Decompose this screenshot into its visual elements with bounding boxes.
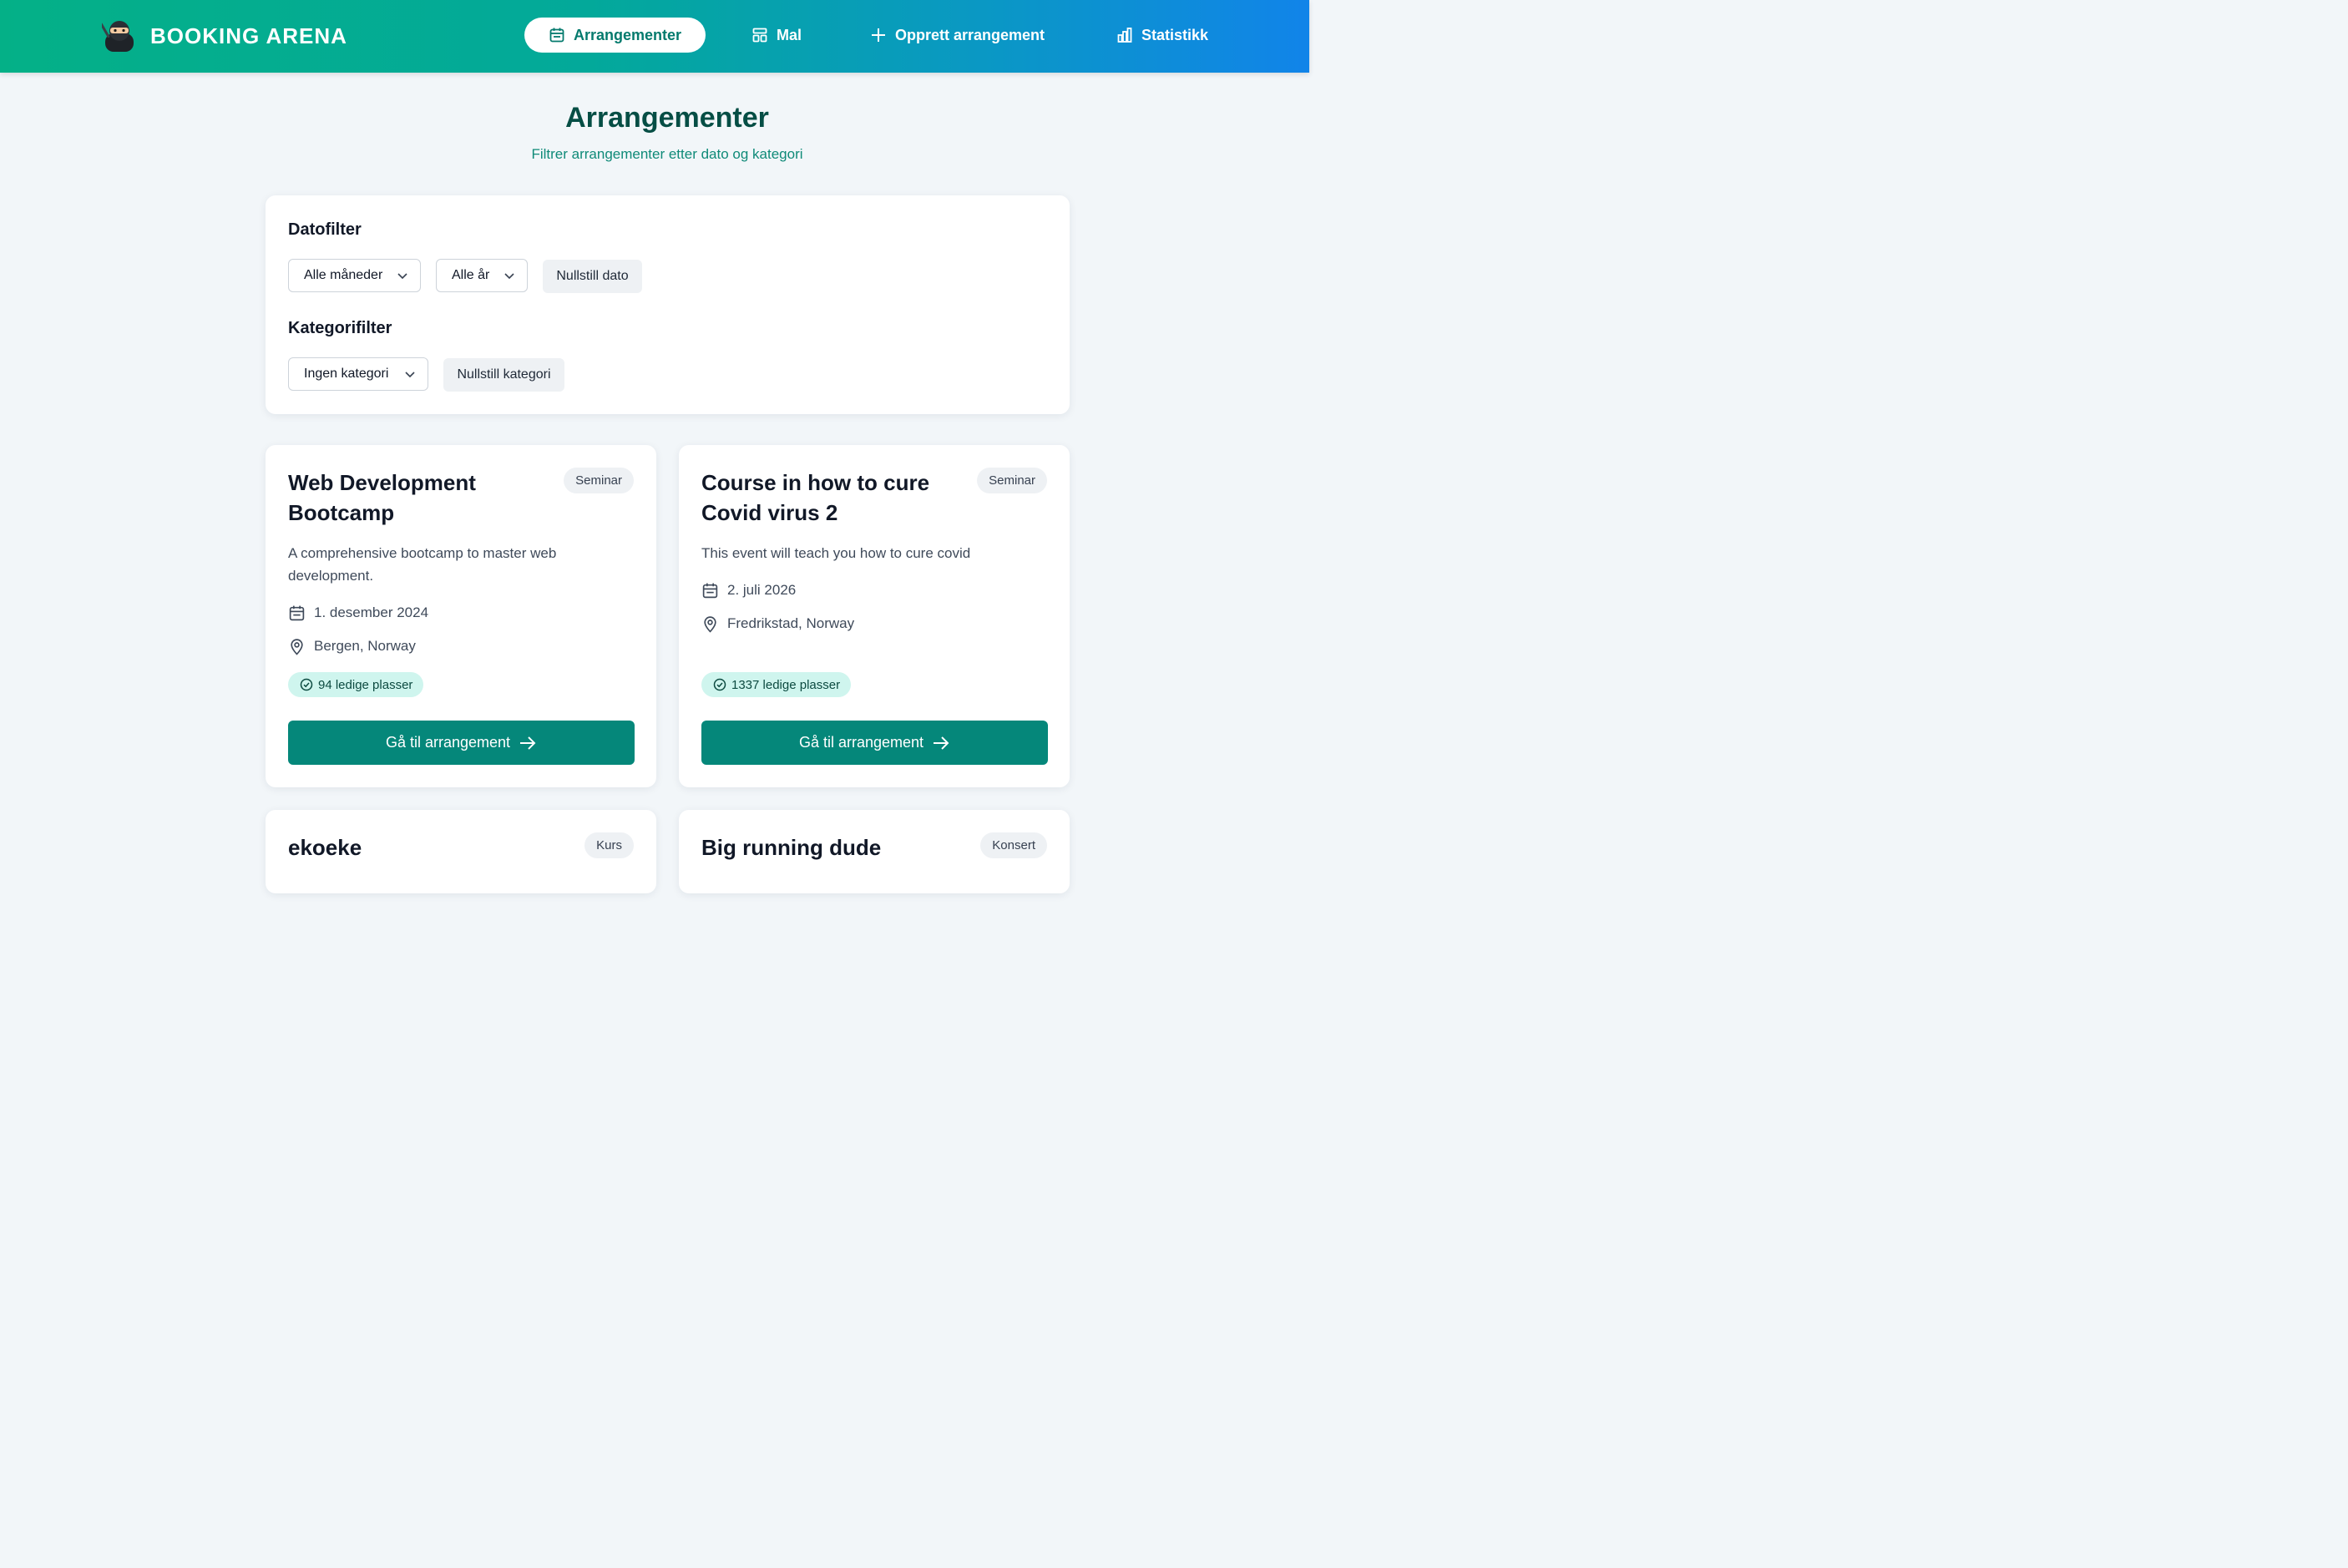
go-to-event-button[interactable]: Gå til arrangement	[288, 721, 635, 765]
nav-create-label: Opprett arrangement	[895, 26, 1045, 43]
event-title: Course in how to cure Covid virus 2	[701, 470, 930, 525]
go-to-event-label: Gå til arrangement	[798, 734, 924, 751]
check-circle-icon	[300, 678, 313, 691]
reset-date-button[interactable]: Nullstill dato	[543, 260, 642, 293]
arrow-right-icon	[934, 736, 949, 750]
nav-events[interactable]: Arrangementer	[524, 18, 706, 53]
event-description: A comprehensive bootcamp to master web d…	[288, 545, 557, 584]
event-date: 2. juli 2026	[701, 580, 796, 600]
nav-events-label: Arrangementer	[573, 26, 682, 43]
nav-templates[interactable]: Mal	[751, 18, 802, 53]
event-card: Course in how to cure Covid virus 2 Semi…	[679, 445, 1070, 787]
nav-statistics-label: Statistikk	[1141, 26, 1209, 43]
availability-text: 1337 ledige plasser	[731, 677, 841, 692]
month-select[interactable]: Alle måneder	[288, 259, 421, 292]
brand-name: BOOKING ARENA	[150, 23, 347, 48]
event-title: ekoeke	[288, 835, 362, 860]
category-select[interactable]: Ingen kategori	[288, 357, 428, 391]
calendar-icon	[289, 605, 305, 620]
availability-text: 94 ledige plasser	[318, 677, 413, 692]
plus-icon	[872, 28, 885, 42]
nav-create-event[interactable]: Opprett arrangement	[870, 18, 1045, 53]
category-filter-label: Kategorifilter	[288, 319, 392, 337]
event-title: Web Development Bootcamp	[288, 470, 476, 525]
template-icon	[752, 28, 767, 43]
calendar-icon	[702, 583, 718, 598]
event-date-text: 2. juli 2026	[727, 582, 797, 598]
category-badge: Seminar	[977, 468, 1047, 493]
event-date: 1. desember 2024	[288, 603, 428, 623]
page-subtitle: Filtrer arrangementer etter dato og kate…	[531, 146, 803, 162]
month-select-value: Alle måneder	[304, 268, 383, 282]
reset-category-button[interactable]: Nullstill kategori	[443, 358, 564, 392]
bar-chart-icon	[1117, 28, 1132, 43]
map-pin-icon	[704, 615, 716, 633]
category-badge: Seminar	[564, 468, 634, 493]
event-date-text: 1. desember 2024	[314, 604, 429, 620]
check-circle-icon	[713, 678, 726, 691]
availability-badge: 1337 ledige plasser	[701, 672, 852, 697]
go-to-event-button[interactable]: Gå til arrangement	[701, 721, 1048, 765]
category-badge: Konsert	[980, 832, 1047, 858]
year-select-value: Alle år	[452, 268, 490, 282]
event-location-text: Bergen, Norway	[314, 638, 416, 654]
chevron-down-icon	[504, 273, 514, 280]
event-card: Web Development Bootcamp Seminar A compr…	[266, 445, 656, 787]
nav-templates-label: Mal	[777, 26, 802, 43]
year-select[interactable]: Alle år	[436, 259, 528, 292]
chevron-down-icon	[405, 372, 415, 378]
go-to-event-label: Gå til arrangement	[385, 734, 511, 751]
page-title: Arrangementer	[565, 102, 769, 134]
date-filter-label: Datofilter	[288, 220, 362, 239]
availability-badge: 94 ledige plasser	[288, 672, 424, 697]
top-navbar: BOOKING ARENA Arrangementer Mal Opprett …	[0, 0, 1309, 73]
map-pin-icon	[291, 638, 303, 655]
category-select-value: Ingen kategori	[304, 367, 389, 381]
arrow-right-icon	[520, 736, 536, 750]
event-location-text: Fredrikstad, Norway	[727, 615, 855, 631]
nav-statistics[interactable]: Statistikk	[1116, 18, 1208, 53]
event-card: Big running dude Konsert	[679, 810, 1070, 893]
chevron-down-icon	[397, 273, 407, 280]
calendar-icon	[549, 28, 564, 43]
event-location: Bergen, Norway	[288, 636, 416, 656]
event-description: This event will teach you how to cure co…	[701, 545, 971, 561]
ninja-logo-icon	[102, 21, 134, 52]
brand[interactable]: BOOKING ARENA	[102, 18, 347, 53]
event-location: Fredrikstad, Norway	[701, 614, 854, 634]
event-title: Big running dude	[701, 835, 882, 860]
event-card: ekoeke Kurs	[266, 810, 656, 893]
filter-panel: Datofilter Alle måneder Alle år Nullstil…	[266, 195, 1070, 414]
category-badge: Kurs	[584, 832, 634, 858]
